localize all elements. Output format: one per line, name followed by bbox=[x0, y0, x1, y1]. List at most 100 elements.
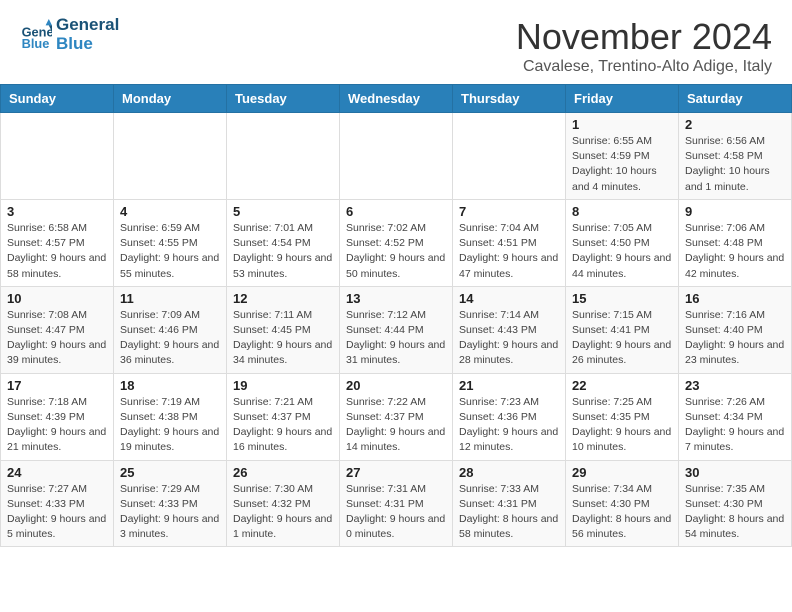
calendar-cell: 18 Sunrise: 7:19 AM Sunset: 4:38 PM Dayli… bbox=[114, 373, 227, 460]
day-info: Sunrise: 7:01 AM Sunset: 4:54 PM Dayligh… bbox=[233, 221, 333, 282]
day-number: 10 bbox=[7, 291, 107, 306]
calendar-cell: 23 Sunrise: 7:26 AM Sunset: 4:34 PM Dayli… bbox=[679, 373, 792, 460]
day-info: Sunrise: 7:30 AM Sunset: 4:32 PM Dayligh… bbox=[233, 482, 333, 543]
calendar-cell: 2Sunrise: 6:56 AM Sunset: 4:58 PM Daylig… bbox=[679, 113, 792, 200]
day-number: 2 bbox=[685, 117, 785, 132]
calendar-cell bbox=[340, 113, 453, 200]
calendar-cell: 25 Sunrise: 7:29 AM Sunset: 4:33 PM Dayli… bbox=[114, 460, 227, 547]
day-number: 25 bbox=[120, 465, 220, 480]
day-number: 27 bbox=[346, 465, 446, 480]
calendar-cell: 12 Sunrise: 7:11 AM Sunset: 4:45 PM Dayli… bbox=[227, 286, 340, 373]
calendar-cell bbox=[114, 113, 227, 200]
calendar-week-2: 3Sunrise: 6:58 AM Sunset: 4:57 PM Daylig… bbox=[1, 199, 792, 286]
day-number: 9 bbox=[685, 204, 785, 219]
calendar-cell: 19Sunrise: 7:21 AM Sunset: 4:37 PM Dayli… bbox=[227, 373, 340, 460]
day-info: Sunrise: 7:25 AM Sunset: 4:35 PM Dayligh… bbox=[572, 395, 672, 456]
day-number: 14 bbox=[459, 291, 559, 306]
day-info: Sunrise: 7:29 AM Sunset: 4:33 PM Dayligh… bbox=[120, 482, 220, 543]
col-header-monday: Monday bbox=[114, 85, 227, 113]
day-number: 22 bbox=[572, 378, 672, 393]
day-number: 15 bbox=[572, 291, 672, 306]
day-info: Sunrise: 7:18 AM Sunset: 4:39 PM Dayligh… bbox=[7, 395, 107, 456]
day-info: Sunrise: 7:23 AM Sunset: 4:36 PM Dayligh… bbox=[459, 395, 559, 456]
day-number: 19 bbox=[233, 378, 333, 393]
day-number: 23 bbox=[685, 378, 785, 393]
col-header-wednesday: Wednesday bbox=[340, 85, 453, 113]
day-info: Sunrise: 7:31 AM Sunset: 4:31 PM Dayligh… bbox=[346, 482, 446, 543]
title-area: November 2024 Cavalese, Trentino-Alto Ad… bbox=[516, 16, 772, 76]
day-number: 24 bbox=[7, 465, 107, 480]
col-header-thursday: Thursday bbox=[453, 85, 566, 113]
day-number: 18 bbox=[120, 378, 220, 393]
calendar-cell: 4 Sunrise: 6:59 AM Sunset: 4:55 PM Daylig… bbox=[114, 199, 227, 286]
calendar-cell bbox=[227, 113, 340, 200]
day-number: 4 bbox=[120, 204, 220, 219]
day-info: Sunrise: 7:11 AM Sunset: 4:45 PM Dayligh… bbox=[233, 308, 333, 369]
calendar-cell: 16 Sunrise: 7:16 AM Sunset: 4:40 PM Dayli… bbox=[679, 286, 792, 373]
day-info: Sunrise: 7:19 AM Sunset: 4:38 PM Dayligh… bbox=[120, 395, 220, 456]
calendar-week-4: 17 Sunrise: 7:18 AM Sunset: 4:39 PM Dayli… bbox=[1, 373, 792, 460]
day-info: Sunrise: 7:26 AM Sunset: 4:34 PM Dayligh… bbox=[685, 395, 785, 456]
calendar-cell: 1Sunrise: 6:55 AM Sunset: 4:59 PM Daylig… bbox=[566, 113, 679, 200]
calendar-week-3: 10 Sunrise: 7:08 AM Sunset: 4:47 PM Dayli… bbox=[1, 286, 792, 373]
calendar-cell: 26 Sunrise: 7:30 AM Sunset: 4:32 PM Dayli… bbox=[227, 460, 340, 547]
day-number: 16 bbox=[685, 291, 785, 306]
calendar-cell: 6 Sunrise: 7:02 AM Sunset: 4:52 PM Daylig… bbox=[340, 199, 453, 286]
calendar-cell: 3Sunrise: 6:58 AM Sunset: 4:57 PM Daylig… bbox=[1, 199, 114, 286]
day-number: 6 bbox=[346, 204, 446, 219]
day-number: 7 bbox=[459, 204, 559, 219]
day-info: Sunrise: 7:22 AM Sunset: 4:37 PM Dayligh… bbox=[346, 395, 446, 456]
calendar-cell: 30Sunrise: 7:35 AM Sunset: 4:30 PM Dayli… bbox=[679, 460, 792, 547]
day-number: 11 bbox=[120, 291, 220, 306]
calendar-cell: 20Sunrise: 7:22 AM Sunset: 4:37 PM Dayli… bbox=[340, 373, 453, 460]
day-number: 12 bbox=[233, 291, 333, 306]
day-number: 17 bbox=[7, 378, 107, 393]
calendar-cell: 10 Sunrise: 7:08 AM Sunset: 4:47 PM Dayli… bbox=[1, 286, 114, 373]
location: Cavalese, Trentino-Alto Adige, Italy bbox=[516, 58, 772, 76]
day-info: Sunrise: 6:58 AM Sunset: 4:57 PM Dayligh… bbox=[7, 221, 107, 282]
calendar-cell: 29Sunrise: 7:34 AM Sunset: 4:30 PM Dayli… bbox=[566, 460, 679, 547]
logo: General Blue General Blue bbox=[20, 16, 119, 53]
calendar-cell: 13 Sunrise: 7:12 AM Sunset: 4:44 PM Dayli… bbox=[340, 286, 453, 373]
day-info: Sunrise: 7:09 AM Sunset: 4:46 PM Dayligh… bbox=[120, 308, 220, 369]
calendar-cell: 17 Sunrise: 7:18 AM Sunset: 4:39 PM Dayli… bbox=[1, 373, 114, 460]
calendar-cell: 27 Sunrise: 7:31 AM Sunset: 4:31 PM Dayli… bbox=[340, 460, 453, 547]
day-number: 13 bbox=[346, 291, 446, 306]
day-info: Sunrise: 7:14 AM Sunset: 4:43 PM Dayligh… bbox=[459, 308, 559, 369]
col-header-tuesday: Tuesday bbox=[227, 85, 340, 113]
calendar-header-row: SundayMondayTuesdayWednesdayThursdayFrid… bbox=[1, 85, 792, 113]
calendar-week-1: 1Sunrise: 6:55 AM Sunset: 4:59 PM Daylig… bbox=[1, 113, 792, 200]
day-number: 21 bbox=[459, 378, 559, 393]
day-info: Sunrise: 7:04 AM Sunset: 4:51 PM Dayligh… bbox=[459, 221, 559, 282]
svg-text:Blue: Blue bbox=[22, 35, 50, 50]
day-number: 28 bbox=[459, 465, 559, 480]
col-header-sunday: Sunday bbox=[1, 85, 114, 113]
calendar-cell: 8 Sunrise: 7:05 AM Sunset: 4:50 PM Daylig… bbox=[566, 199, 679, 286]
day-info: Sunrise: 7:33 AM Sunset: 4:31 PM Dayligh… bbox=[459, 482, 559, 543]
calendar-cell: 9Sunrise: 7:06 AM Sunset: 4:48 PM Daylig… bbox=[679, 199, 792, 286]
day-info: Sunrise: 7:12 AM Sunset: 4:44 PM Dayligh… bbox=[346, 308, 446, 369]
day-info: Sunrise: 7:05 AM Sunset: 4:50 PM Dayligh… bbox=[572, 221, 672, 282]
calendar-cell: 7 Sunrise: 7:04 AM Sunset: 4:51 PM Daylig… bbox=[453, 199, 566, 286]
logo-icon: General Blue bbox=[20, 19, 52, 51]
day-info: Sunrise: 7:02 AM Sunset: 4:52 PM Dayligh… bbox=[346, 221, 446, 282]
calendar: SundayMondayTuesdayWednesdayThursdayFrid… bbox=[0, 84, 792, 547]
day-number: 8 bbox=[572, 204, 672, 219]
calendar-cell: 14 Sunrise: 7:14 AM Sunset: 4:43 PM Dayli… bbox=[453, 286, 566, 373]
day-info: Sunrise: 7:08 AM Sunset: 4:47 PM Dayligh… bbox=[7, 308, 107, 369]
day-info: Sunrise: 7:34 AM Sunset: 4:30 PM Dayligh… bbox=[572, 482, 672, 543]
page-header: General Blue General Blue November 2024 … bbox=[0, 0, 792, 84]
calendar-cell: 11 Sunrise: 7:09 AM Sunset: 4:46 PM Dayli… bbox=[114, 286, 227, 373]
calendar-week-5: 24Sunrise: 7:27 AM Sunset: 4:33 PM Dayli… bbox=[1, 460, 792, 547]
day-info: Sunrise: 6:55 AM Sunset: 4:59 PM Dayligh… bbox=[572, 134, 672, 195]
calendar-cell bbox=[453, 113, 566, 200]
day-info: Sunrise: 7:15 AM Sunset: 4:41 PM Dayligh… bbox=[572, 308, 672, 369]
day-info: Sunrise: 7:35 AM Sunset: 4:30 PM Dayligh… bbox=[685, 482, 785, 543]
calendar-cell: 21 Sunrise: 7:23 AM Sunset: 4:36 PM Dayli… bbox=[453, 373, 566, 460]
day-info: Sunrise: 6:59 AM Sunset: 4:55 PM Dayligh… bbox=[120, 221, 220, 282]
calendar-cell: 28 Sunrise: 7:33 AM Sunset: 4:31 PM Dayli… bbox=[453, 460, 566, 547]
calendar-cell: 15 Sunrise: 7:15 AM Sunset: 4:41 PM Dayli… bbox=[566, 286, 679, 373]
calendar-cell: 22 Sunrise: 7:25 AM Sunset: 4:35 PM Dayli… bbox=[566, 373, 679, 460]
day-info: Sunrise: 7:16 AM Sunset: 4:40 PM Dayligh… bbox=[685, 308, 785, 369]
day-number: 26 bbox=[233, 465, 333, 480]
